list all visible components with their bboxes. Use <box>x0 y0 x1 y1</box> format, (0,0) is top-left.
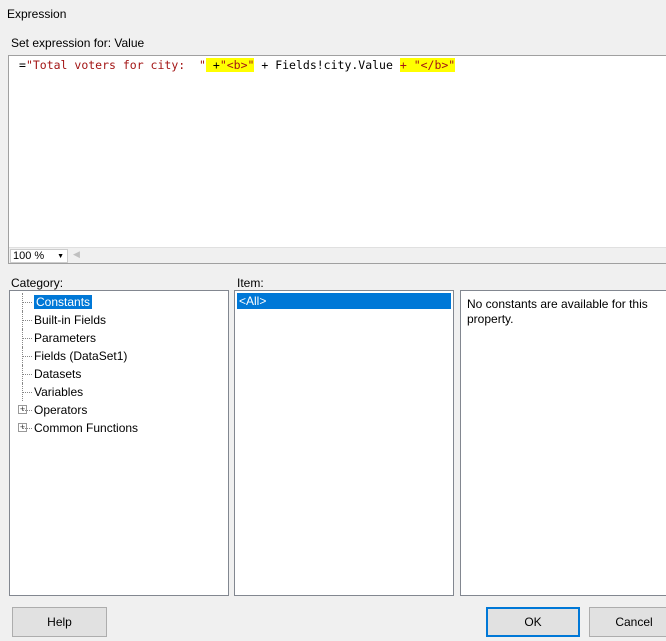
scroll-left-icon[interactable]: ◀ <box>73 249 80 260</box>
tree-connector <box>22 302 32 303</box>
tree-item[interactable]: + Operators <box>18 401 138 419</box>
cancel-button[interactable]: Cancel <box>589 607 666 637</box>
tree-item[interactable]: Fields (DataSet1) <box>18 347 138 365</box>
zoom-bar: 100 % ▼ ◀ <box>9 247 666 263</box>
category-label: Category: <box>11 276 64 290</box>
code-plus: + <box>205 58 220 72</box>
tree-item-label: Constants <box>34 295 93 309</box>
tree-connector <box>22 428 32 429</box>
tree-item[interactable]: Datasets <box>18 365 138 383</box>
zoom-dropdown[interactable]: 100 % ▼ <box>10 249 68 263</box>
tree-connector <box>22 356 32 357</box>
tree-connector <box>22 338 32 339</box>
tree-connector <box>22 374 32 375</box>
description-panel: No constants are available for this prop… <box>460 290 666 596</box>
tree-item-label: Built-in Fields <box>34 313 107 327</box>
window-title: Expression <box>7 7 67 21</box>
tree-item-label: Operators <box>34 403 88 417</box>
tree-item-label: Common Functions <box>34 421 139 435</box>
chevron-down-icon: ▼ <box>57 253 64 260</box>
expression-label: Set expression for: Value <box>11 36 145 50</box>
tree-item[interactable]: Variables <box>18 383 138 401</box>
item-list[interactable]: <All> <box>234 290 454 596</box>
tree-item[interactable]: Parameters <box>18 329 138 347</box>
code-string-highlighted: + "</b>" <box>399 58 456 72</box>
tree-item[interactable]: Built-in Fields <box>18 311 138 329</box>
tree-item-label: Datasets <box>34 367 82 381</box>
tree-connector <box>22 320 32 321</box>
zoom-value: 100 % <box>13 250 45 262</box>
tree-item[interactable]: Constants <box>18 293 138 311</box>
expression-code[interactable]: ="Total voters for city: " +"<b>" + Fiel… <box>19 58 456 72</box>
tree-item-label: Variables <box>34 385 84 399</box>
tree-connector <box>22 392 32 393</box>
code-string: "Total voters for city: " <box>25 58 206 72</box>
help-button[interactable]: Help <box>12 607 107 637</box>
category-tree[interactable]: Constants Built-in Fields Parameters Fields… <box>9 290 229 596</box>
tree-item-label: Fields (DataSet1) <box>34 349 128 363</box>
code-string-highlighted: "<b>" <box>219 58 255 72</box>
item-label: Item: <box>237 276 264 290</box>
code-operator: = <box>19 58 26 72</box>
code-field: + Fields!city.Value <box>254 58 400 72</box>
tree-connector <box>22 410 32 411</box>
list-item[interactable]: <All> <box>237 293 451 309</box>
tree-item[interactable]: + Common Functions <box>18 419 138 437</box>
ok-button[interactable]: OK <box>486 607 580 637</box>
tree-item-label: Parameters <box>34 331 97 345</box>
expression-editor[interactable]: ="Total voters for city: " +"<b>" + Fiel… <box>8 55 666 264</box>
